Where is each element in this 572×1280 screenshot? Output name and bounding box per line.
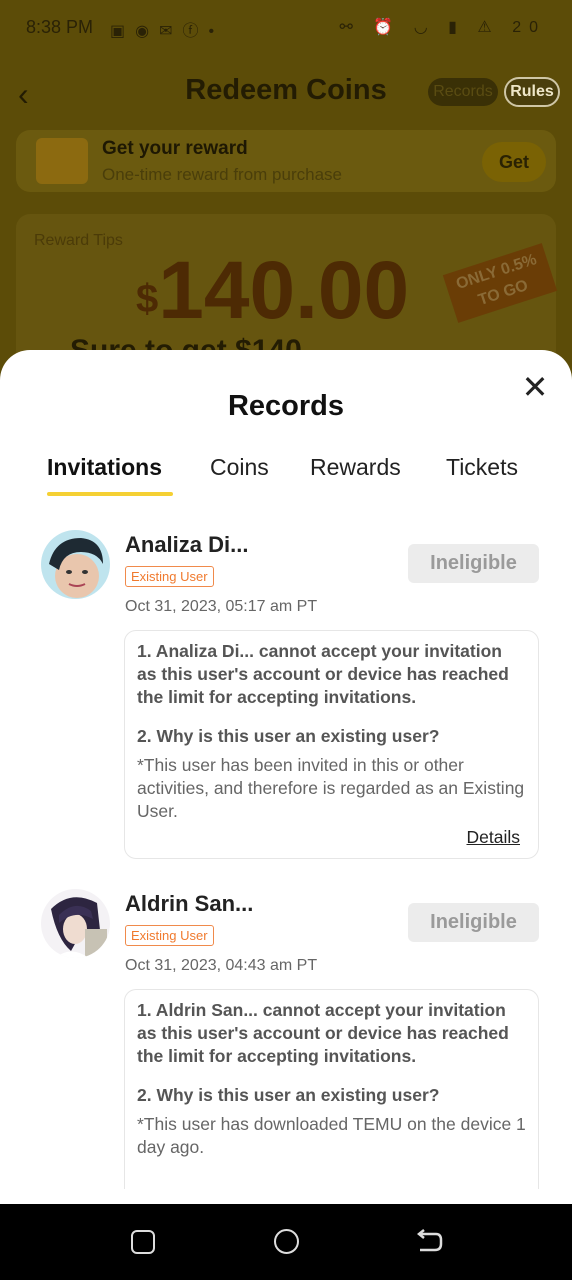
- tab-invitations[interactable]: Invitations: [47, 454, 162, 481]
- battery-level: 20: [512, 19, 546, 36]
- notification-icons: ▣◉✉ⓕ•: [110, 23, 225, 40]
- reward-tips: Reward Tips: [34, 232, 123, 249]
- reward-subtitle: One-time reward from purchase: [102, 165, 342, 184]
- ineligible-button[interactable]: Ineligible: [408, 544, 539, 583]
- reason-box: 1. Analiza Di... cannot accept your invi…: [124, 630, 539, 859]
- gift-icon: [36, 138, 88, 184]
- reason-text: 1. Analiza Di... cannot accept your invi…: [137, 641, 509, 707]
- details-row: Details: [137, 827, 526, 858]
- user-name: Analiza Di...: [125, 532, 249, 557]
- system-nav-bar: [0, 1204, 572, 1280]
- amount-value: 140.00: [158, 245, 410, 336]
- answer-text: *This user has downloaded TEMU on the de…: [137, 1114, 526, 1157]
- record-date: Oct 31, 2023, 04:43 am PT: [125, 957, 318, 974]
- recent-apps-icon[interactable]: [131, 1230, 155, 1254]
- reward-title: Get your reward: [102, 138, 248, 159]
- details-link[interactable]: Details: [467, 827, 521, 847]
- user-name: Aldrin San...: [125, 891, 254, 916]
- answer-text: *This user has been invited in this or o…: [137, 755, 525, 821]
- question-text: 2. Why is this user an existing user?: [137, 726, 440, 746]
- tab-tickets[interactable]: Tickets: [446, 454, 518, 481]
- status-time: 8:38 PM: [26, 17, 94, 37]
- tab-rewards[interactable]: Rewards: [310, 454, 401, 481]
- currency-symbol: $: [136, 277, 159, 321]
- avatar: [41, 889, 110, 958]
- reason-text: 1. Aldrin San... cannot accept your invi…: [137, 1000, 509, 1066]
- existing-user-badge: Existing User: [125, 925, 214, 946]
- system-icons: ⚯ ⏰ ◡ ▮ ⚠ 20: [339, 19, 546, 36]
- status-bar: 8:38 PM ▣◉✉ⓕ• ⚯ ⏰ ◡ ▮ ⚠ 20: [0, 0, 572, 56]
- background-page: 8:38 PM ▣◉✉ⓕ• ⚯ ⏰ ◡ ▮ ⚠ 20 ‹ Redeem Coin…: [0, 0, 572, 404]
- back-icon[interactable]: [414, 1226, 444, 1256]
- rules-button[interactable]: Rules: [504, 77, 560, 107]
- only-to-go-badge: ONLY 0.5% TO GO: [442, 243, 558, 323]
- question-text: 2. Why is this user an existing user?: [137, 1085, 440, 1105]
- existing-user-badge: Existing User: [125, 566, 214, 587]
- records-button[interactable]: Records: [428, 78, 498, 106]
- tab-coins[interactable]: Coins: [210, 454, 269, 481]
- active-tab-indicator: [47, 492, 173, 496]
- home-icon[interactable]: [274, 1229, 299, 1254]
- ineligible-button[interactable]: Ineligible: [408, 903, 539, 942]
- get-button[interactable]: Get: [482, 142, 546, 182]
- avatar: [41, 530, 110, 599]
- records-sheet: ✕ Records Invitations Coins Rewards Tick…: [0, 350, 572, 1204]
- sheet-title: Records: [227, 390, 345, 422]
- reward-amount: $140.00: [136, 244, 409, 338]
- reason-box: 1. Aldrin San... cannot accept your invi…: [124, 989, 539, 1189]
- record-date: Oct 31, 2023, 05:17 am PT: [125, 598, 318, 615]
- bg-header: ‹ Redeem Coins Records Rules: [0, 62, 572, 122]
- reward-banner: Get your reward One-time reward from pur…: [16, 130, 556, 192]
